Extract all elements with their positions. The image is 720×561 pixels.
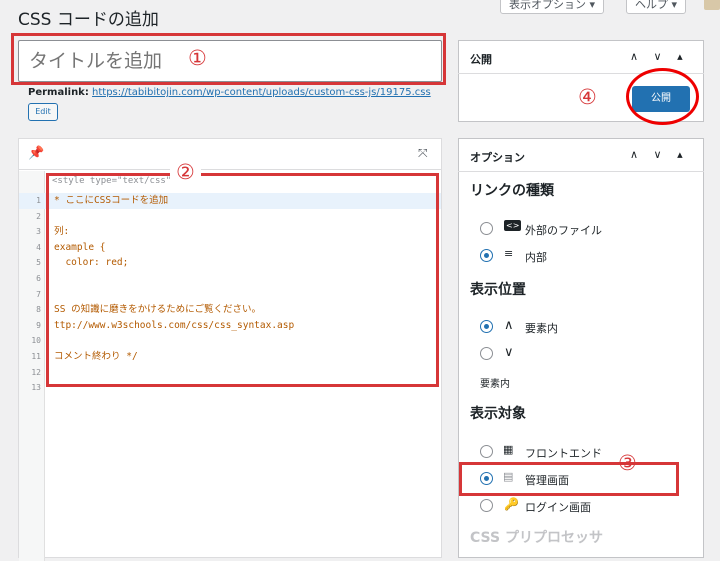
text-lines-icon: ≡ bbox=[504, 247, 514, 260]
option-login[interactable]: ログイン画面 bbox=[525, 499, 591, 515]
option-frontend[interactable]: フロントエンド bbox=[525, 445, 602, 461]
target-heading: 表示対象 bbox=[470, 406, 526, 422]
permalink-row: Permalink: https://tabibitojin.com/wp-co… bbox=[28, 87, 431, 98]
frontend-grid-icon: ▦ bbox=[503, 443, 514, 456]
option-internal[interactable]: 内部 bbox=[525, 249, 547, 265]
line-number: 6 bbox=[36, 274, 41, 283]
radio-position-footer[interactable] bbox=[480, 347, 493, 360]
radio-login[interactable] bbox=[480, 499, 493, 512]
annotation-box-2 bbox=[46, 173, 439, 387]
external-file-icon: <> bbox=[504, 220, 522, 231]
radio-frontend[interactable] bbox=[480, 445, 493, 458]
permalink-label: Permalink: bbox=[28, 87, 89, 98]
editor-toolbar: 📌 ⤧ bbox=[18, 138, 442, 170]
line-number: 10 bbox=[31, 336, 41, 346]
edit-permalink-button[interactable]: Edit bbox=[28, 103, 58, 121]
radio-position-in-element[interactable] bbox=[480, 320, 493, 333]
line-number: 5 bbox=[36, 258, 41, 268]
annotation-number-1: ① bbox=[182, 46, 213, 70]
option-external-file[interactable]: 外部のファイル bbox=[525, 222, 602, 238]
permalink-url[interactable]: https://tabibitojin.com/wp-content/uploa… bbox=[92, 87, 431, 98]
line-number: 11 bbox=[31, 352, 41, 361]
key-icon: 🔑 bbox=[504, 497, 519, 511]
line-number: 3 bbox=[36, 227, 41, 237]
radio-external-file[interactable] bbox=[480, 222, 493, 235]
publish-panel-title: 公開 bbox=[470, 53, 492, 66]
position-heading: 表示位置 bbox=[470, 282, 526, 298]
avatar[interactable] bbox=[704, 0, 720, 10]
line-number: 12 bbox=[31, 367, 41, 377]
preprocessor-heading: CSS プリプロセッサ bbox=[470, 530, 603, 546]
line-number: 9 bbox=[36, 320, 41, 330]
page-title: CSS コードの追加 bbox=[18, 10, 159, 30]
radio-internal[interactable] bbox=[480, 249, 493, 262]
line-number: 8 bbox=[36, 305, 41, 315]
line-number: 13 bbox=[31, 383, 41, 393]
annotation-number-3: ③ bbox=[618, 451, 637, 475]
annotation-box-3 bbox=[459, 462, 679, 496]
position-caption: 要素内 bbox=[480, 379, 510, 390]
options-panel-title: オプション bbox=[470, 151, 525, 164]
pin-icon[interactable]: 📌 bbox=[28, 146, 44, 161]
annotation-number-2: ② bbox=[170, 160, 201, 184]
line-number: 4 bbox=[36, 242, 41, 252]
link-type-heading: リンクの種類 bbox=[470, 183, 554, 199]
options-panel-arrows[interactable]: ∧ ∨ ▴ bbox=[630, 148, 689, 161]
line-number: 2 bbox=[36, 211, 41, 221]
publish-panel-arrows[interactable]: ∧ ∨ ▴ bbox=[630, 50, 689, 63]
chevron-down-icon: ∨ bbox=[504, 345, 514, 360]
chevron-up-icon: ∧ bbox=[504, 318, 514, 333]
annotation-ellipse-4 bbox=[626, 68, 699, 125]
annotation-number-4: ④ bbox=[578, 85, 597, 109]
screen-options-button[interactable]: 表示オプション ▾ bbox=[500, 0, 605, 14]
fullscreen-icon[interactable]: ⤧ bbox=[418, 146, 428, 161]
option-position-in-element[interactable]: 要素内 bbox=[525, 320, 558, 336]
annotation-box-1 bbox=[11, 33, 446, 85]
line-number: 1 bbox=[36, 196, 41, 205]
help-button[interactable]: ヘルプ ▾ bbox=[626, 0, 687, 14]
line-number: 7 bbox=[36, 289, 41, 299]
